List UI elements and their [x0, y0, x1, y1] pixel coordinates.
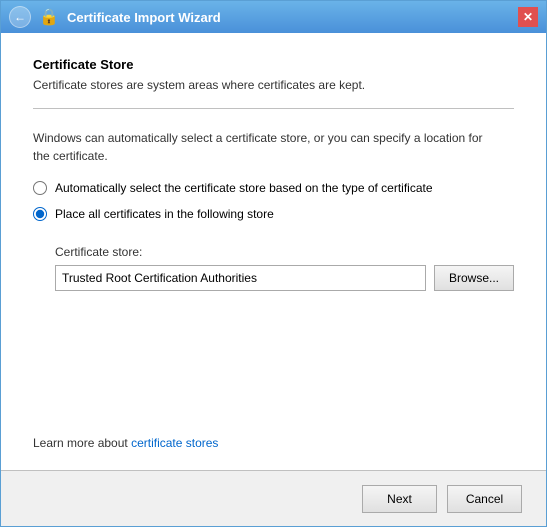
title-bar: ← 🔒 Certificate Import Wizard ✕	[1, 1, 546, 33]
radio-manual[interactable]: Place all certificates in the following …	[33, 207, 514, 221]
window-title: Certificate Import Wizard	[67, 10, 221, 25]
learn-more-prefix: Learn more about	[33, 436, 131, 450]
next-button[interactable]: Next	[362, 485, 437, 513]
section-title: Certificate Store	[33, 57, 514, 72]
back-button[interactable]: ←	[9, 6, 31, 28]
learn-more-text: Learn more about certificate stores	[33, 436, 514, 450]
store-label: Certificate store:	[55, 245, 514, 259]
wizard-window: ← 🔒 Certificate Import Wizard ✕ Certific…	[0, 0, 547, 527]
radio-auto-label: Automatically select the certificate sto…	[55, 181, 433, 195]
main-content: Certificate Store Certificate stores are…	[1, 33, 546, 470]
spacer	[33, 291, 514, 428]
store-section: Certificate store: Browse...	[55, 245, 514, 291]
radio-auto-input[interactable]	[33, 181, 47, 195]
info-text-line1: Windows can automatically select a certi…	[33, 131, 483, 145]
learn-more-link[interactable]: certificate stores	[131, 436, 218, 450]
title-bar-left: ← 🔒 Certificate Import Wizard	[9, 6, 221, 28]
info-text: Windows can automatically select a certi…	[33, 129, 514, 165]
certificate-icon: 🔒	[39, 7, 59, 27]
browse-button[interactable]: Browse...	[434, 265, 514, 291]
radio-manual-label: Place all certificates in the following …	[55, 207, 274, 221]
divider	[33, 108, 514, 109]
footer: Next Cancel	[1, 470, 546, 526]
store-input-row: Browse...	[55, 265, 514, 291]
store-input[interactable]	[55, 265, 426, 291]
radio-manual-input[interactable]	[33, 207, 47, 221]
radio-auto[interactable]: Automatically select the certificate sto…	[33, 181, 514, 195]
info-text-line2: the certificate.	[33, 149, 108, 163]
radio-group: Automatically select the certificate sto…	[33, 181, 514, 221]
cancel-button[interactable]: Cancel	[447, 485, 522, 513]
section-description: Certificate stores are system areas wher…	[33, 78, 514, 92]
close-button[interactable]: ✕	[518, 7, 538, 27]
